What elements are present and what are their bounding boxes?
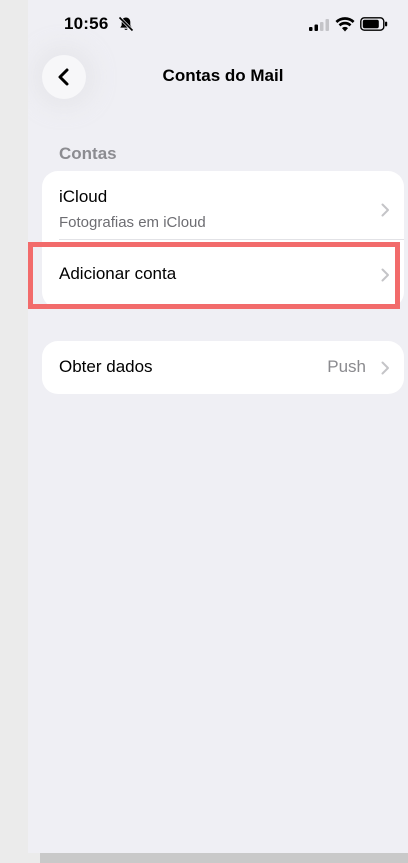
phone-screen: 10:56 Contas do Mail Contas iCloud Fotog… <box>28 0 408 853</box>
status-time: 10:56 <box>64 14 109 33</box>
chevron-right-icon <box>381 268 389 282</box>
chevron-right-icon <box>381 203 389 217</box>
add-account-label: Adicionar conta <box>59 264 177 283</box>
section-header-accounts: Contas <box>59 144 117 163</box>
fetch-data-value: Push <box>327 357 366 376</box>
battery-icon <box>360 17 388 31</box>
fetch-group: Obter dados Push <box>42 341 404 394</box>
cellular-signal-icon <box>309 19 329 31</box>
account-row-title: iCloud <box>59 187 108 206</box>
fetch-data-label: Obter dados <box>59 357 153 376</box>
accounts-group: iCloud Fotografias em iCloud Adicionar c… <box>42 171 404 308</box>
account-row-subtitle: Fotografias em iCloud <box>59 214 206 231</box>
fetch-data-row[interactable]: Obter dados Push <box>42 341 404 394</box>
chevron-right-icon <box>381 361 389 375</box>
add-account-row[interactable]: Adicionar conta <box>42 240 404 308</box>
bottom-strip <box>40 853 408 863</box>
status-bar: 10:56 <box>28 0 408 50</box>
account-row-icloud[interactable]: iCloud Fotografias em iCloud <box>42 171 404 239</box>
wifi-icon <box>335 17 355 32</box>
page-title: Contas do Mail <box>162 66 284 85</box>
left-gutter <box>0 0 28 863</box>
bell-slash-icon <box>118 16 134 32</box>
